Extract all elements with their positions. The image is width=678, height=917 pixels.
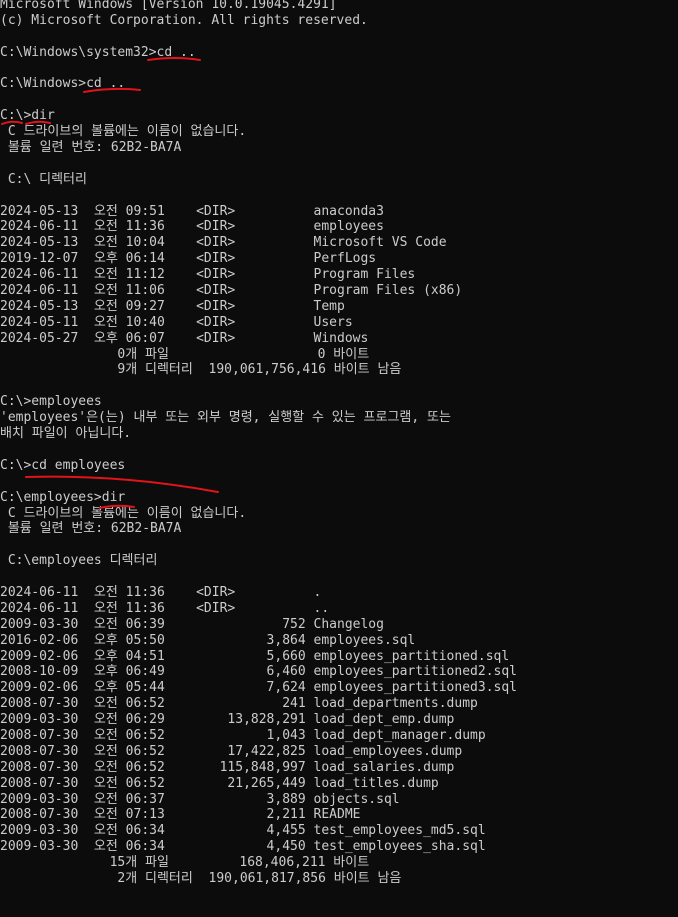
console-line: 2009-02-06 오후 04:51 5,660 employees_part… (0, 648, 510, 664)
console-line: 2009-03-30 오전 06:39 752 Changelog (0, 616, 384, 632)
console-line: 2008-07-30 오전 07:13 2,211 README (0, 807, 361, 823)
console-line: 2008-07-30 오전 06:52 17,422,825 load_empl… (0, 743, 463, 759)
console-line: C:\Windows>cd .. (0, 76, 126, 92)
console-line: 2008-07-30 오전 06:52 241 load_departments… (0, 696, 478, 712)
console-line: 2009-03-30 오전 06:34 4,450 test_employees… (0, 839, 486, 855)
console-line: (c) Microsoft Corporation. All rights re… (0, 12, 368, 28)
console-line: C:\ 디렉터리 (0, 171, 87, 187)
console-line: 9개 디렉터리 190,061,756,416 바이트 남음 (0, 362, 402, 378)
console-line: 2008-07-30 오전 06:52 1,043 load_dept_mana… (0, 727, 486, 743)
console-line: 2024-05-13 오전 10:04 <DIR> Microsoft VS C… (0, 235, 447, 251)
console-line: 'employees'은(는) 내부 또는 외부 명령, 실행할 수 있는 프로… (0, 410, 451, 426)
console-line: 15개 파일 168,406,211 바이트 (0, 855, 370, 871)
console-line: C 드라이브의 볼륨에는 이름이 없습니다. (0, 505, 247, 521)
console-line: 볼륨 일련 번호: 62B2-BA7A (0, 140, 182, 156)
console-line: 2008-07-30 오전 06:52 21,265,449 load_titl… (0, 775, 439, 791)
console-line: 2024-05-11 오전 10:40 <DIR> Users (0, 314, 353, 330)
console-line: C:\employees 디렉터리 (0, 553, 158, 569)
console-line: 2008-10-09 오후 06:49 6,460 employees_part… (0, 664, 517, 680)
console-line: 2024-05-13 오전 09:27 <DIR> Temp (0, 298, 345, 314)
console-line: 배치 파일이 아닙니다. (0, 426, 132, 442)
console-line: 2024-06-11 오전 11:36 <DIR> .. (0, 600, 330, 616)
console-line: 0개 파일 0 바이트 (0, 346, 370, 362)
console-line: 2009-02-06 오후 05:44 7,624 employees_part… (0, 680, 517, 696)
console-line: 2016-02-06 오후 05:50 3,864 employees.sql (0, 632, 416, 648)
console-line: 2009-03-30 오전 06:29 13,828,291 load_dept… (0, 712, 455, 728)
console-line: C:\>employees (0, 394, 102, 410)
console-line: 2024-06-11 오전 11:36 <DIR> employees (0, 219, 384, 235)
console-line: 2024-06-11 오전 11:12 <DIR> Program Files (0, 267, 416, 283)
console-line: 2024-06-11 오전 11:36 <DIR> . (0, 584, 322, 600)
console-line: C 드라이브의 볼륨에는 이름이 없습니다. (0, 124, 247, 140)
console-line: C:\Windows\system32>cd .. (0, 44, 196, 60)
console-line: C:\>dir (0, 108, 55, 124)
console-line: 볼륨 일련 번호: 62B2-BA7A (0, 521, 182, 537)
command-prompt-window[interactable]: Microsoft Windows [Version 10.0.19045.42… (0, 0, 678, 917)
console-line: 2009-03-30 오전 06:37 3,889 objects.sql (0, 791, 400, 807)
console-line: 2024-05-13 오전 09:51 <DIR> anaconda3 (0, 203, 384, 219)
console-line: 2009-03-30 오전 06:34 4,455 test_employees… (0, 823, 486, 839)
console-line: 2개 디렉터리 190,061,817,856 바이트 남음 (0, 870, 402, 886)
console-line: Microsoft Windows [Version 10.0.19045.42… (0, 0, 337, 12)
console-output[interactable]: Microsoft Windows [Version 10.0.19045.42… (0, 0, 678, 887)
console-line: 2024-06-11 오전 11:06 <DIR> Program Files … (0, 283, 463, 299)
console-line: 2008-07-30 오전 06:52 115,848,997 load_sal… (0, 759, 455, 775)
console-line: C:\employees>dir (0, 489, 126, 505)
console-line: 2019-12-07 오후 06:14 <DIR> PerfLogs (0, 251, 377, 267)
console-line: 2024-05-27 오후 06:07 <DIR> Windows (0, 330, 369, 346)
console-line: C:\>cd employees (0, 457, 126, 473)
